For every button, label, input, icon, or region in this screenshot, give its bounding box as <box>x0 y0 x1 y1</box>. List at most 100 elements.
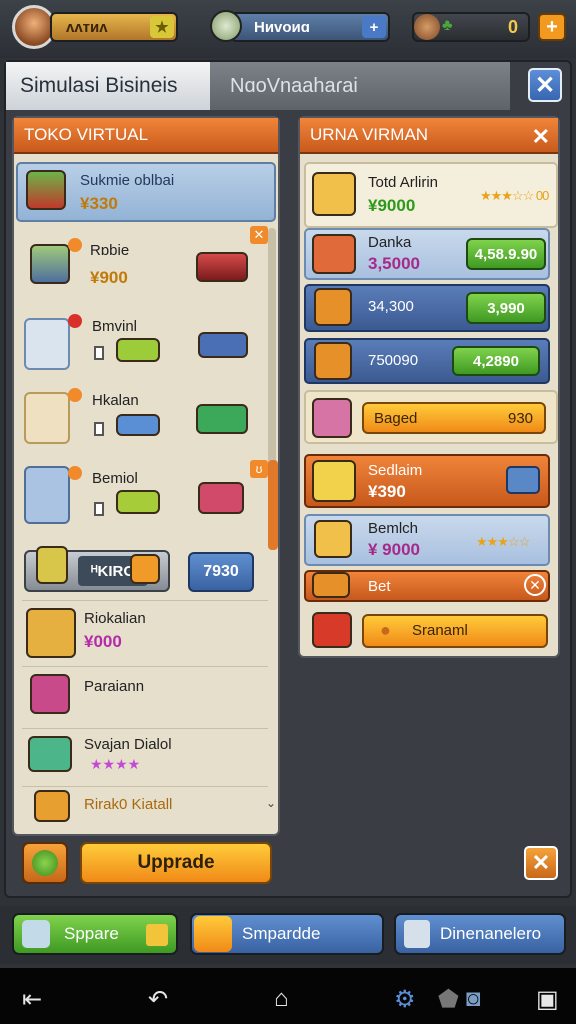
cube-icon[interactable] <box>24 392 70 444</box>
item-label: Bemiol <box>92 470 138 487</box>
jar-icon <box>36 546 68 584</box>
coins-label: ᴧᴧᴛᴎᴧ <box>66 18 108 36</box>
flag-icon <box>146 924 168 946</box>
item-label: Rɒbie <box>90 242 130 259</box>
shop-header-label: TOKO VIRTUAL <box>24 125 149 144</box>
checkbox[interactable] <box>94 422 104 436</box>
tab-secondary[interactable]: NɑoVnaahaɾai <box>210 62 510 110</box>
camera-icon[interactable] <box>506 466 540 494</box>
target-icon <box>194 916 232 952</box>
item-price: ¥900 <box>90 268 128 287</box>
badge-icon <box>68 388 82 402</box>
row-value: ¥390 <box>368 482 406 501</box>
chest-icon <box>312 572 350 598</box>
add-counter-button[interactable]: + <box>538 13 566 41</box>
row-label: Bemlch <box>368 520 419 537</box>
crate-icon <box>314 288 352 326</box>
document-icon <box>404 920 430 948</box>
badge-icon <box>68 466 82 480</box>
row-label: Baged <box>374 410 418 427</box>
camera-icon[interactable]: ◙ <box>466 985 481 1013</box>
tag-icon <box>130 554 160 584</box>
building-icon <box>30 244 70 284</box>
upgrade-button[interactable]: Upprade <box>80 842 272 884</box>
wide-value-button[interactable]: 7930 <box>188 552 254 592</box>
row-label: Totd Arlirin <box>368 174 439 191</box>
item-price: ¥000 <box>84 632 122 651</box>
dinenanelero-label: Dinenanelero <box>440 924 542 943</box>
divider <box>22 600 268 601</box>
book-green-icon <box>116 338 160 362</box>
coins-display: ᴧᴧᴛᴎᴧ ★ <box>50 12 178 42</box>
book-green-icon <box>196 404 248 434</box>
close-panel-button[interactable]: ✕ <box>524 846 558 880</box>
row-label: Sranaml <box>412 622 468 639</box>
leaf-icon: ♣ <box>442 17 453 34</box>
gems-label: Hᴎvᴏᴎɑ <box>254 18 310 36</box>
recents-icon[interactable]: ▣ <box>536 985 559 1014</box>
item-price: ¥330 <box>80 194 118 213</box>
gems-display: Hᴎvᴏᴎɑ + <box>230 12 390 42</box>
cube-icon <box>312 172 356 216</box>
undo-icon[interactable]: ↶ <box>148 985 168 1014</box>
upgrade-shop-label: Smpardde <box>242 924 321 943</box>
row-value: ¥9000 <box>368 196 416 215</box>
item-label: Paraiann <box>84 678 145 695</box>
box-icon <box>312 234 356 274</box>
row-value: 930 <box>508 410 534 427</box>
basket-icon[interactable] <box>24 466 70 524</box>
shield-icon: ⬟ <box>438 986 459 1013</box>
book-pink-icon <box>198 482 244 514</box>
close-window-button[interactable]: ✕ <box>528 68 562 102</box>
home-icon[interactable]: ⌂ <box>274 985 289 1013</box>
crate-icon <box>26 608 76 658</box>
item-label: Rirak0 Kiatall <box>84 796 173 813</box>
divider <box>22 786 268 787</box>
phone-icon <box>312 460 356 502</box>
close-icon[interactable]: ✕ <box>250 226 268 244</box>
row-value: ¥ 9000 <box>368 540 420 559</box>
spare-label: Sppare <box>64 924 119 943</box>
badge-icon <box>68 238 82 252</box>
close-icon[interactable]: ✕ <box>524 574 546 596</box>
pin-icon: ● <box>380 620 391 640</box>
bag-icon[interactable] <box>24 318 70 370</box>
divider <box>22 728 268 729</box>
shop-header: TOKO VIRTUAL <box>14 118 278 154</box>
alert-icon <box>68 314 82 328</box>
info-icon[interactable]: ʊ <box>250 460 268 478</box>
book-blue-icon <box>116 414 160 436</box>
checkbox[interactable] <box>94 346 104 360</box>
buy-button[interactable]: 4,2890 <box>452 346 540 376</box>
star-icon[interactable]: ★ <box>150 16 174 38</box>
bag-icon <box>414 14 440 40</box>
gem-icon <box>210 10 242 42</box>
item-label: Hkalan <box>92 392 139 409</box>
crate-icon <box>314 342 352 380</box>
scroll-down-icon[interactable]: ⌄ <box>266 796 276 810</box>
gift-icon <box>30 674 70 714</box>
crate-icon <box>34 790 70 822</box>
stars-rating: ★★★★ <box>90 756 141 772</box>
item-label: Sukmie oblbai <box>80 172 175 189</box>
book-red-icon <box>196 252 248 282</box>
row-label: 34,300 <box>368 298 414 315</box>
shop-icon <box>26 170 66 210</box>
checkbox[interactable] <box>94 502 104 516</box>
item-label: Bmvinl <box>92 318 138 335</box>
item-label: Riokalian <box>84 610 146 627</box>
row-label: Sedlaim <box>368 462 423 479</box>
close-icon: ✕ <box>534 71 556 99</box>
gear-icon[interactable]: ⚙ <box>394 985 416 1014</box>
window-title: Simulasi Bisineis <box>6 62 211 110</box>
leaf-icon <box>32 850 58 876</box>
box-icon <box>28 736 72 772</box>
buy-button[interactable]: 3,990 <box>466 292 546 324</box>
scrollbar-thumb[interactable] <box>268 460 278 550</box>
stars-rating: ★★★☆☆ 00 <box>480 188 549 203</box>
back-icon[interactable]: ⇤ <box>22 985 42 1014</box>
buy-button[interactable]: 4,58.9.90 <box>466 238 546 270</box>
close-icon[interactable]: ✕ <box>532 124 550 150</box>
row-label: Bet <box>368 578 391 595</box>
add-gems-icon[interactable]: + <box>362 16 386 38</box>
